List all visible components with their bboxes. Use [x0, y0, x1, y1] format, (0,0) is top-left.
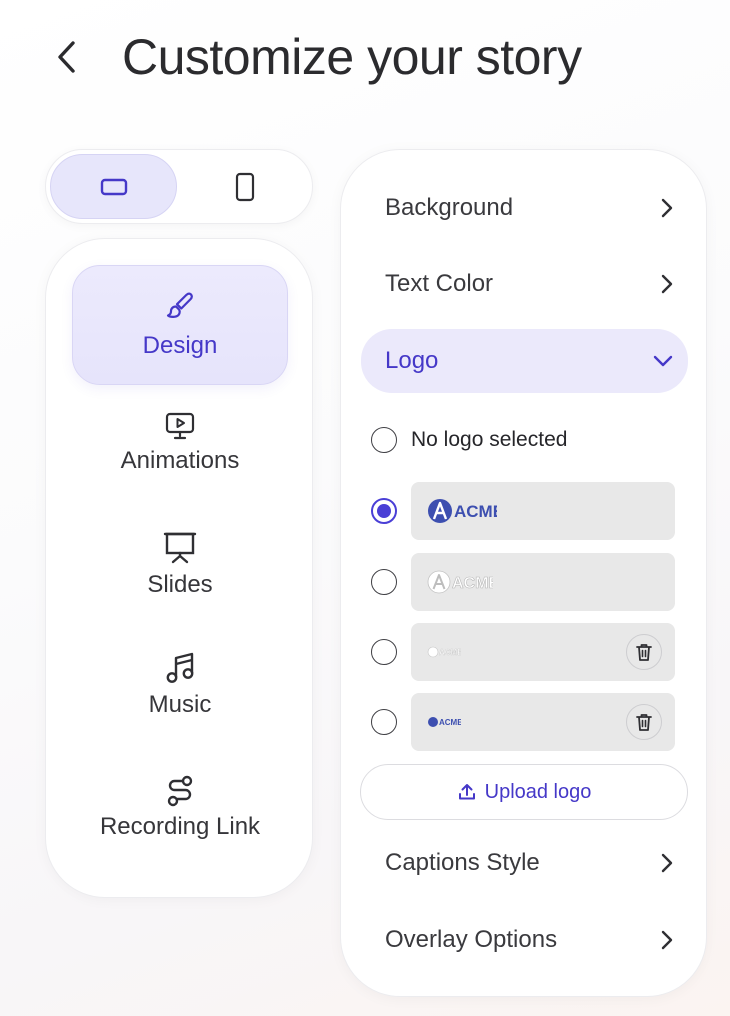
design-options-panel: Background Text Color Logo No logo selec…	[340, 149, 707, 997]
sidebar-item-animations[interactable]: Animations	[72, 411, 288, 475]
music-note-icon	[166, 652, 194, 683]
chevron-right-icon	[661, 853, 673, 873]
presentation-play-icon	[165, 412, 195, 440]
sidebar-item-label: Animations	[120, 447, 240, 474]
sidebar-item-recording-link[interactable]: Recording Link	[72, 775, 288, 841]
logo-option: ACME	[371, 693, 675, 751]
acme-logo-image: ACME	[428, 499, 497, 523]
sidebar-item-slides[interactable]: Slides	[72, 531, 288, 599]
logo-option: ACME	[371, 553, 675, 611]
overlay-options-section-row[interactable]: Overlay Options	[361, 909, 688, 971]
no-logo-label: No logo selected	[411, 428, 568, 451]
section-label: Text Color	[385, 270, 494, 297]
logo-radio[interactable]	[371, 709, 397, 735]
landscape-toggle-button[interactable]	[50, 154, 178, 219]
logo-preview[interactable]: ACME	[411, 693, 675, 751]
logo-section-row[interactable]: Logo	[361, 329, 688, 393]
portrait-screen-icon	[235, 172, 254, 201]
portrait-toggle-button[interactable]	[181, 154, 308, 219]
chevron-down-icon	[653, 355, 673, 367]
back-button[interactable]	[56, 29, 86, 85]
aspect-ratio-toggle	[45, 149, 313, 224]
logo-radio[interactable]	[371, 498, 397, 524]
chevron-right-icon	[661, 274, 673, 294]
landscape-screen-icon	[100, 178, 127, 195]
logo-radio[interactable]	[371, 569, 397, 595]
logo-preview[interactable]: ACME	[411, 482, 675, 540]
background-section-row[interactable]: Background	[361, 177, 688, 239]
sidebar-item-music[interactable]: Music	[72, 651, 288, 719]
sidebar-item-label: Recording Link	[99, 813, 261, 840]
sidebar-item-label: Music	[148, 691, 212, 718]
chevron-right-icon	[661, 930, 673, 950]
logo-option: ACME	[371, 623, 675, 681]
sidebar-item-label: Slides	[147, 571, 213, 598]
sidebar-item-design[interactable]: Design	[72, 265, 288, 385]
chevron-left-icon	[58, 41, 75, 73]
section-label: Captions Style	[385, 849, 540, 876]
text-color-section-row[interactable]: Text Color	[361, 253, 688, 315]
delete-logo-button[interactable]	[626, 634, 662, 670]
brush-icon	[166, 292, 193, 318]
acme-logo-image: ACME	[427, 646, 461, 658]
sidebar-item-label: Design	[142, 332, 218, 359]
no-logo-option: No logo selected	[371, 427, 567, 453]
logo-preview[interactable]: ACME	[411, 623, 675, 681]
logo-text: ACME	[439, 648, 461, 657]
upload-logo-label: Upload logo	[484, 780, 592, 803]
trash-icon	[636, 714, 652, 731]
upload-icon	[458, 784, 475, 800]
section-label: Background	[385, 194, 514, 221]
sidebar-nav: Design Animations Slides Music Recording…	[45, 238, 313, 898]
delete-logo-button[interactable]	[626, 704, 662, 740]
trash-icon	[636, 644, 652, 661]
acme-logo-image: ACME	[428, 717, 461, 727]
captions-style-section-row[interactable]: Captions Style	[361, 832, 688, 894]
logo-option: ACME	[371, 482, 675, 540]
section-label: Overlay Options	[385, 926, 558, 953]
page-title: Customize your story	[122, 29, 582, 85]
logo-radio[interactable]	[371, 639, 397, 665]
logo-preview[interactable]: ACME	[411, 553, 675, 611]
logo-text: ACME	[454, 502, 497, 521]
chevron-right-icon	[661, 198, 673, 218]
acme-logo-image: ACME	[427, 570, 493, 594]
logo-text: ACME	[452, 575, 493, 592]
upload-logo-button[interactable]: Upload logo	[360, 764, 688, 820]
route-icon	[167, 775, 193, 807]
section-label: Logo	[385, 347, 439, 374]
easel-icon	[163, 532, 197, 564]
page-header: Customize your story	[56, 28, 582, 86]
no-logo-radio[interactable]	[371, 427, 397, 453]
logo-text: ACME	[439, 718, 461, 727]
